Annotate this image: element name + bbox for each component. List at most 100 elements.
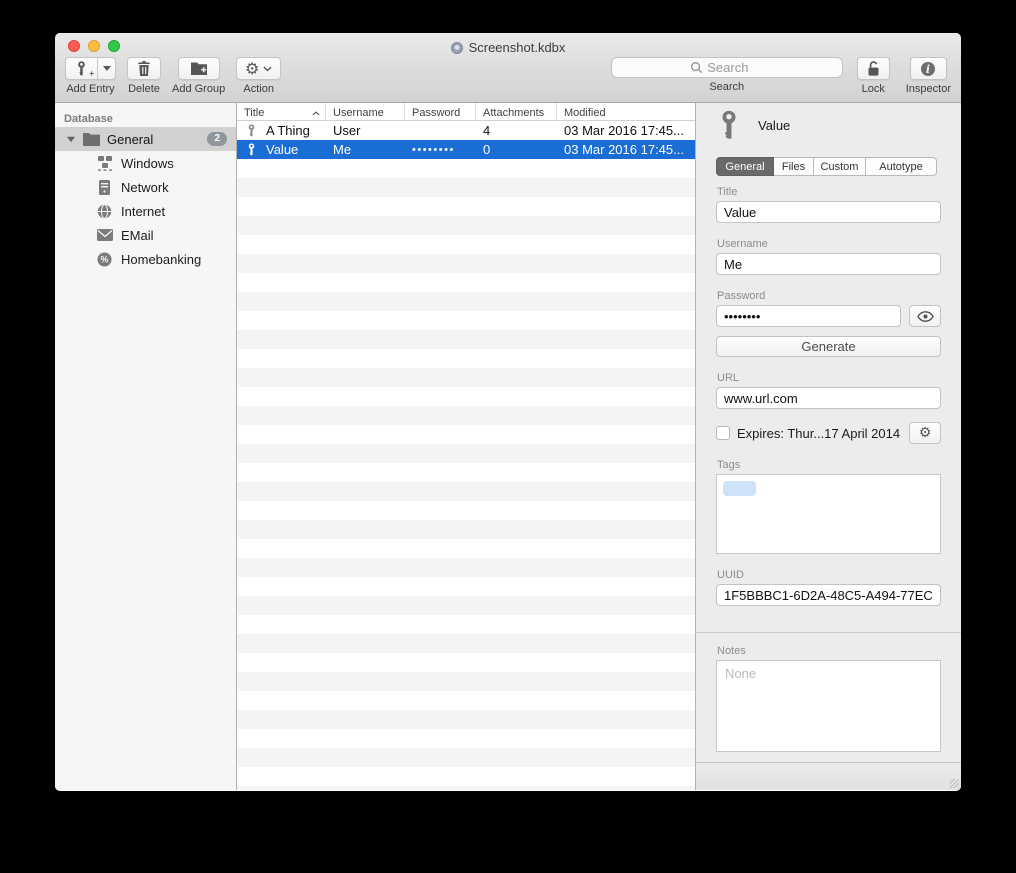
inspector-panel: Value General Files Custom Autotype Titl… xyxy=(695,103,961,790)
title-field[interactable] xyxy=(716,201,941,223)
entry-title: A Thing xyxy=(266,123,310,138)
tag-pill[interactable] xyxy=(723,481,756,496)
inspector-label: Inspector xyxy=(906,83,951,95)
add-group-button[interactable] xyxy=(178,57,220,80)
sidebar-item-windows[interactable]: Windows xyxy=(55,151,236,175)
column-header-title[interactable]: Title xyxy=(237,103,326,120)
tab-files[interactable]: Files xyxy=(774,157,814,176)
tags-label: Tags xyxy=(717,459,941,471)
sidebar-item-label: Network xyxy=(121,180,169,195)
svg-text:%: % xyxy=(101,254,109,264)
chevron-down-icon xyxy=(263,66,272,72)
section-divider xyxy=(696,632,961,633)
toolbar: + Add Entry Delete xyxy=(55,54,961,95)
url-field-label: URL xyxy=(717,372,941,384)
action-button[interactable]: ⚙ xyxy=(236,57,281,80)
delete-label: Delete xyxy=(128,83,160,95)
tab-custom[interactable]: Custom xyxy=(814,157,866,176)
search-field[interactable] xyxy=(611,57,843,78)
uuid-field[interactable] xyxy=(716,584,941,606)
username-field-label: Username xyxy=(717,238,941,250)
sidebar-item-label: Homebanking xyxy=(121,252,201,267)
resize-grip[interactable] xyxy=(950,779,959,788)
minimize-button[interactable] xyxy=(88,40,100,52)
titlebar[interactable]: Screenshot.kdbx xyxy=(55,33,961,54)
sidebar-item-label: Windows xyxy=(121,156,174,171)
entry-username: User xyxy=(326,123,405,138)
open-padlock-icon xyxy=(866,60,881,77)
sidebar-item-internet[interactable]: Internet xyxy=(55,199,236,223)
expires-options-button[interactable]: ⚙ xyxy=(909,422,941,444)
key-plus-icon[interactable]: + xyxy=(66,58,97,79)
table-header: Title Username Password Attachments Modi… xyxy=(237,103,695,121)
username-field[interactable] xyxy=(716,253,941,275)
folder-plus-icon xyxy=(190,61,208,76)
notes-field[interactable]: None xyxy=(716,660,941,752)
zoom-button[interactable] xyxy=(108,40,120,52)
windows-network-icon xyxy=(96,155,113,172)
delete-button[interactable] xyxy=(127,57,161,80)
app-window: Screenshot.kdbx + Add Entry xyxy=(55,33,961,791)
globe-icon xyxy=(96,203,113,220)
delete-toolbar-item: Delete xyxy=(127,57,161,95)
disclosure-triangle-icon[interactable] xyxy=(67,136,75,142)
reveal-password-button[interactable] xyxy=(909,305,941,327)
dropdown-arrow-icon xyxy=(103,66,111,71)
url-field[interactable] xyxy=(716,387,941,409)
password-field-label: Password xyxy=(717,290,941,302)
password-field[interactable] xyxy=(716,305,901,327)
key-icon xyxy=(246,123,257,138)
add-group-label: Add Group xyxy=(172,83,225,95)
close-button[interactable] xyxy=(68,40,80,52)
expires-checkbox[interactable] xyxy=(716,426,730,440)
lock-button[interactable] xyxy=(857,57,890,80)
entry-modified: 03 Mar 2016 17:45... xyxy=(557,142,695,157)
svg-text:i: i xyxy=(926,63,930,76)
entry-title: Value xyxy=(266,142,298,157)
sidebar-item-email[interactable]: EMail xyxy=(55,223,236,247)
gear-icon: ⚙ xyxy=(919,425,932,441)
window-title: Screenshot.kdbx xyxy=(469,40,566,55)
lock-toolbar-item: Lock xyxy=(857,57,890,95)
search-input[interactable] xyxy=(707,60,763,75)
sidebar-item-label: EMail xyxy=(121,228,154,243)
key-icon xyxy=(246,142,257,157)
inspector-tabs: General Files Custom Autotype xyxy=(716,157,941,176)
inspector-button[interactable]: i xyxy=(910,57,947,80)
column-header-modified[interactable]: Modified xyxy=(557,103,695,120)
gear-icon: ⚙ xyxy=(245,61,259,77)
tab-autotype[interactable]: Autotype xyxy=(866,157,937,176)
envelope-icon xyxy=(96,227,113,244)
search-toolbar-item: Search xyxy=(611,57,843,93)
entry-attachments: 4 xyxy=(476,123,557,138)
tab-general[interactable]: General xyxy=(716,157,774,176)
tags-field[interactable] xyxy=(716,474,941,554)
generate-button[interactable]: Generate xyxy=(716,336,941,357)
inspector-toolbar-item: i Inspector xyxy=(906,57,951,95)
trash-icon xyxy=(137,61,151,76)
table-row[interactable]: A Thing User 4 03 Mar 2016 17:45... xyxy=(237,121,695,140)
table-row-selected[interactable]: Value Me •••••••• 0 03 Mar 2016 17:45... xyxy=(237,140,695,159)
folder-icon xyxy=(83,133,100,146)
inspector-bottom-bar xyxy=(696,762,961,790)
entry-attachments: 0 xyxy=(476,142,557,157)
sidebar-item-network[interactable]: Network xyxy=(55,175,236,199)
entry-count-badge: 2 xyxy=(207,132,227,146)
entry-table: Title Username Password Attachments Modi… xyxy=(237,103,695,790)
sidebar-item-general[interactable]: General 2 xyxy=(55,127,236,151)
sidebar: Database General 2 Windows xyxy=(55,103,237,790)
sidebar-item-homebanking[interactable]: % Homebanking xyxy=(55,247,236,271)
info-circle-icon: i xyxy=(920,61,936,77)
column-header-attachments[interactable]: Attachments xyxy=(476,103,557,120)
sidebar-item-label: Internet xyxy=(121,204,165,219)
column-header-password[interactable]: Password xyxy=(405,103,476,120)
sidebar-group-label: General xyxy=(107,132,153,147)
table-empty-area xyxy=(237,159,695,790)
add-entry-button[interactable]: + xyxy=(65,57,116,80)
column-header-username[interactable]: Username xyxy=(326,103,405,120)
add-entry-dropdown-button[interactable] xyxy=(97,58,115,79)
magnifier-icon xyxy=(690,61,703,74)
eye-icon xyxy=(917,311,934,322)
sort-ascending-icon xyxy=(312,111,320,116)
percent-circle-icon: % xyxy=(96,251,113,268)
